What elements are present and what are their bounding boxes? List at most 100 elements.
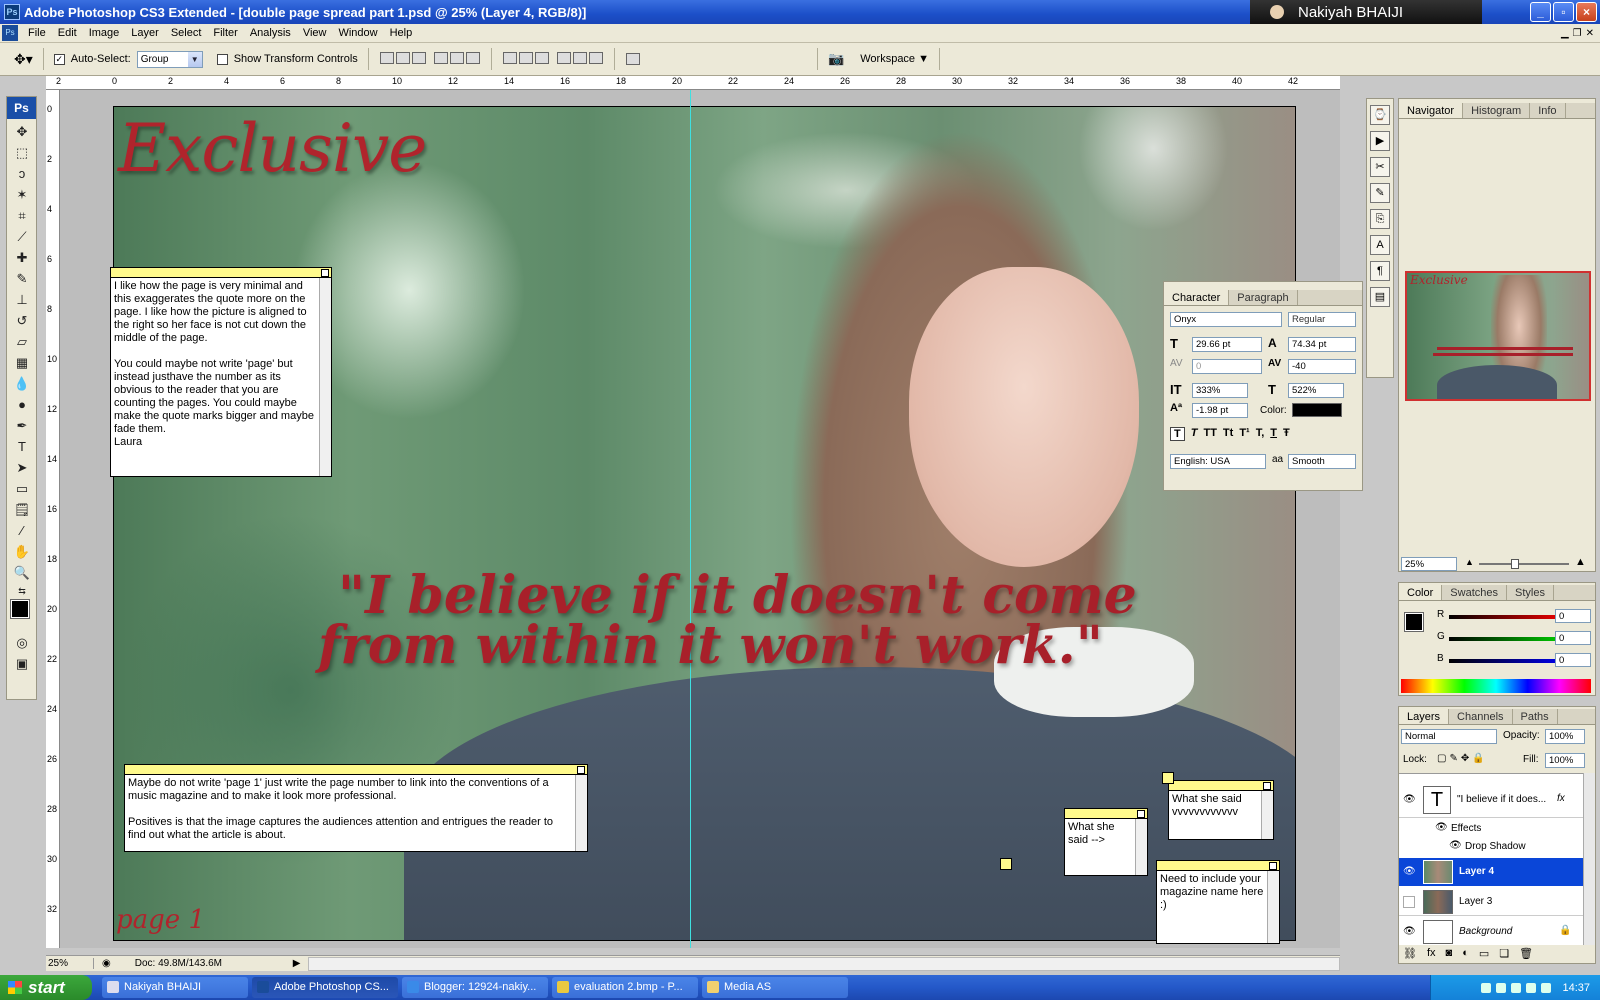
menu-file[interactable]: File (22, 27, 52, 39)
text-color-swatch[interactable] (1292, 403, 1342, 417)
eraser-tool-icon[interactable]: ▱ (11, 332, 33, 352)
menu-select[interactable]: Select (165, 27, 208, 39)
menu-image[interactable]: Image (83, 27, 126, 39)
faux-bold-button[interactable]: T (1170, 427, 1185, 441)
sticky-note-5[interactable]: Need to include your magazine name here … (1156, 860, 1280, 944)
align-left-icon[interactable] (433, 51, 448, 64)
tab-info[interactable]: Info (1530, 103, 1566, 118)
channel-g-field[interactable]: 0 (1555, 631, 1591, 645)
actions-panel-icon[interactable]: ▶ (1370, 131, 1390, 151)
tab-character[interactable]: Character (1164, 290, 1230, 305)
font-style-select[interactable]: Regular (1288, 312, 1356, 327)
quick-mask-icon[interactable]: ◎ (11, 633, 33, 653)
note-scrollbar[interactable] (1261, 791, 1273, 839)
eye-icon[interactable]: 👁 (1449, 840, 1462, 851)
color-spectrum-bar[interactable] (1401, 679, 1591, 693)
note-header[interactable] (1169, 781, 1273, 791)
auto-select-dropdown[interactable]: Group ▼ (136, 50, 203, 68)
delete-layer-icon[interactable]: 🗑 (1519, 947, 1533, 960)
document-icon[interactable]: Ps (2, 25, 18, 41)
visibility-toggle[interactable] (1403, 896, 1415, 908)
sticky-note-3[interactable]: What she said --> (1064, 808, 1148, 876)
sticky-note-1[interactable]: I like how the page is very minimal and … (110, 267, 332, 477)
note-marker-icon[interactable] (1000, 858, 1012, 870)
taskbar-item-paint[interactable]: evaluation 2.bmp - P... (552, 977, 698, 998)
layer-row-layer4[interactable]: 👁 Layer 4 (1399, 858, 1583, 886)
workspace-button[interactable]: Workspace ▼ (860, 53, 929, 65)
tab-paths[interactable]: Paths (1513, 709, 1558, 724)
history-panel-icon[interactable]: ⌚ (1370, 105, 1390, 125)
opacity-field[interactable]: 100% (1545, 729, 1585, 744)
leading-field[interactable]: 74.34 pt (1288, 337, 1356, 352)
tray-icon[interactable] (1496, 982, 1507, 993)
new-layer-icon[interactable]: ❏ (1499, 947, 1509, 960)
distribute-bottom-icon[interactable] (534, 51, 549, 64)
channel-b-field[interactable]: 0 (1555, 653, 1591, 667)
align-vcenter-icon[interactable] (395, 51, 410, 64)
tab-swatches[interactable]: Swatches (1442, 585, 1507, 600)
navigator-thumbnail[interactable]: Exclusive (1405, 271, 1591, 401)
zoom-in-icon[interactable]: ▲ (1575, 556, 1586, 568)
baseline-shift-field[interactable]: -1.98 pt (1192, 403, 1248, 418)
taskbar-item-photoshop[interactable]: Adobe Photoshop CS... (252, 977, 398, 998)
status-zoom[interactable]: 25% (46, 958, 94, 969)
crop-tool-icon[interactable]: ⌗ (11, 206, 33, 226)
distribute-right-icon[interactable] (589, 51, 604, 64)
zoom-out-icon[interactable]: ▲ (1465, 557, 1474, 567)
auto-select-checkbox[interactable]: ✓ (53, 53, 65, 65)
channel-g-slider[interactable] (1449, 637, 1571, 641)
menu-analysis[interactable]: Analysis (244, 27, 297, 39)
distribute-top-icon[interactable] (502, 51, 517, 64)
note-marker-icon[interactable] (1162, 772, 1174, 784)
faux-italic-button[interactable]: T (1191, 427, 1198, 441)
menu-edit[interactable]: Edit (52, 27, 83, 39)
eye-icon[interactable]: 👁 (1403, 866, 1416, 877)
distribute-vcenter-icon[interactable] (518, 51, 533, 64)
brushes-panel-icon[interactable]: ✎ (1370, 183, 1390, 203)
note-text[interactable]: What she said vvvvvvvvvvvv (1169, 791, 1273, 821)
add-mask-icon[interactable]: ◙ (1446, 947, 1453, 960)
pen-tool-icon[interactable]: ✒ (11, 416, 33, 436)
minimize-button[interactable]: _ (1530, 2, 1551, 22)
align-top-icon[interactable] (379, 51, 394, 64)
font-size-field[interactable]: 29.66 pt (1192, 337, 1262, 352)
close-button[interactable]: × (1576, 2, 1597, 22)
tab-paragraph[interactable]: Paragraph (1229, 290, 1298, 305)
menu-filter[interactable]: Filter (207, 27, 243, 39)
lasso-tool-icon[interactable]: ↄ (11, 164, 33, 184)
note-text[interactable]: Need to include your magazine name here … (1157, 871, 1279, 914)
align-hcenter-icon[interactable] (449, 51, 464, 64)
bridge-icon[interactable]: 📷 (828, 51, 844, 67)
taskbar-item-folder[interactable]: Media AS (702, 977, 848, 998)
fill-field[interactable]: 100% (1545, 753, 1585, 768)
strikethrough-button[interactable]: Ŧ (1283, 427, 1290, 441)
note-scrollbar[interactable] (1135, 819, 1147, 875)
note-scrollbar[interactable] (575, 775, 587, 851)
character-panel-icon[interactable]: A (1370, 235, 1390, 255)
add-style-icon[interactable]: fx (1427, 947, 1436, 960)
history-brush-tool-icon[interactable]: ↺ (11, 311, 33, 331)
channel-r-slider[interactable] (1449, 615, 1571, 619)
tray-icon[interactable] (1481, 982, 1492, 993)
layer-comps-icon[interactable]: ▤ (1370, 287, 1390, 307)
kerning-field[interactable]: 0 (1192, 359, 1262, 374)
antialias-select[interactable]: Smooth (1288, 454, 1356, 469)
layer-row-layer3[interactable]: Layer 3 (1399, 888, 1583, 916)
center-guide-line[interactable] (690, 90, 691, 948)
tab-color[interactable]: Color (1399, 585, 1443, 600)
tab-channels[interactable]: Channels (1449, 709, 1513, 724)
clock[interactable]: 14:37 (1562, 982, 1590, 994)
tab-styles[interactable]: Styles (1507, 585, 1554, 600)
paragraph-panel-icon[interactable]: ¶ (1370, 261, 1390, 281)
eyedropper-tool-icon[interactable]: ⁄ (11, 521, 33, 541)
taskbar-item-blogger[interactable]: Blogger: 12924-nakiy... (402, 977, 548, 998)
layer-row-drop-shadow[interactable]: 👁 Drop Shadow (1399, 838, 1583, 856)
move-tool-icon[interactable]: ✥▾ (14, 51, 33, 68)
show-transform-checkbox[interactable] (216, 53, 228, 65)
blend-mode-select[interactable]: Normal (1401, 729, 1497, 744)
tray-icon[interactable] (1541, 982, 1552, 993)
underline-button[interactable]: T (1270, 427, 1277, 441)
layer-row-background[interactable]: 👁 Background 🔒 (1399, 918, 1583, 946)
all-caps-button[interactable]: TT (1203, 427, 1216, 441)
menu-layer[interactable]: Layer (125, 27, 165, 39)
